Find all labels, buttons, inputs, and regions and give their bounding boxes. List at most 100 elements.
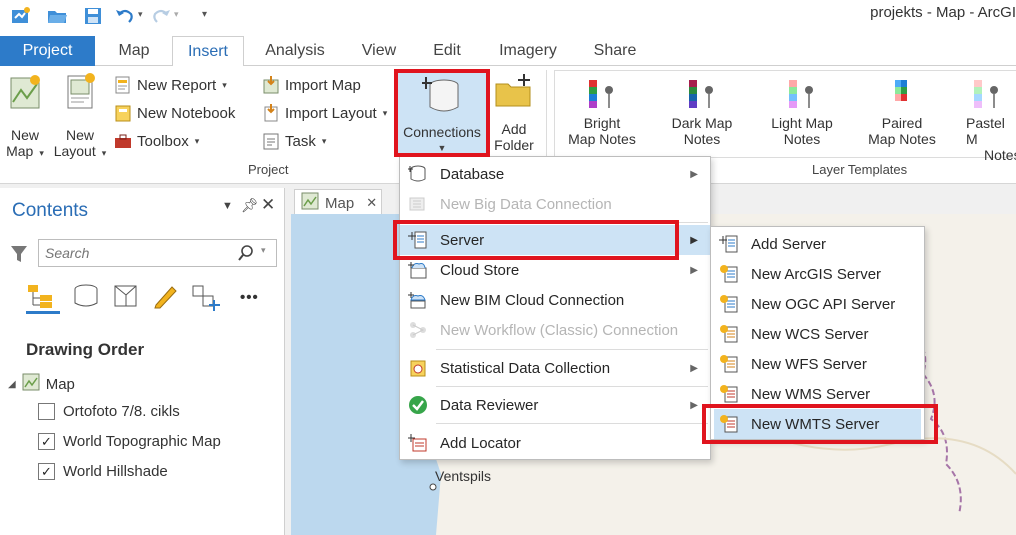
map-tree-node[interactable]: ◢ Map [8, 373, 75, 395]
arcgis-server-icon [719, 264, 739, 284]
search-dropdown-icon[interactable]: ▾ [261, 245, 266, 256]
search-input[interactable] [39, 240, 229, 266]
filter-icon[interactable] [10, 244, 28, 267]
template-bright-map-notes[interactable]: Bright Map Notes [560, 78, 644, 147]
undo-dropdown-icon[interactable]: ▾ [138, 9, 143, 20]
search-icon[interactable] [238, 245, 254, 264]
import-layout-icon [262, 104, 280, 122]
map-icon [301, 192, 319, 214]
server-icon [408, 230, 428, 250]
dark-palette-icon [689, 80, 713, 108]
tab-insert[interactable]: Insert [172, 36, 244, 67]
wcs-server-icon [719, 324, 739, 344]
new-notebook-button[interactable]: New Notebook [114, 102, 235, 124]
project-icon[interactable] [10, 6, 32, 26]
menu-item-label: New Big Data Connection [440, 195, 612, 213]
template-dark-map-notes[interactable]: Dark Map Notes [660, 78, 744, 147]
menu-separator [436, 423, 708, 424]
menu-item-add-locator[interactable]: Add Locator [400, 428, 710, 458]
connections-label: Connections [403, 124, 481, 140]
toolbox-label: Toolbox [137, 132, 189, 150]
selection-view-icon[interactable] [112, 283, 140, 312]
menu-item-new-wms-server[interactable]: New WMS Server [711, 379, 924, 409]
open-folder-icon[interactable] [46, 6, 68, 26]
tab-analysis[interactable]: Analysis [256, 36, 334, 66]
menu-item-label: New Workflow (Classic) Connection [440, 321, 679, 339]
new-map-label-1: New [10, 127, 39, 143]
redo-icon [150, 6, 172, 26]
template-pastel-map-notes[interactable]: Pastel M Notes [958, 78, 1016, 163]
template-label-1: Pastel M [966, 115, 1005, 147]
layer-item[interactable]: Ortofoto 7/8. cikls [38, 403, 180, 420]
layer-visibility-checkbox[interactable]: ✓ [38, 433, 55, 450]
layer-visibility-checkbox[interactable]: ✓ [38, 463, 55, 480]
menu-item-label: New WMS Server [751, 385, 871, 403]
add-server-icon [719, 234, 739, 254]
collapse-triangle-icon[interactable]: ◢ [8, 379, 16, 390]
tab-project[interactable]: Project [0, 36, 95, 66]
menu-item-cloud-store[interactable]: Cloud Store ▶ [400, 255, 710, 285]
tab-imagery[interactable]: Imagery [490, 36, 566, 66]
new-layout-icon [67, 73, 95, 109]
menu-separator [436, 386, 708, 387]
import-layout-button[interactable]: Import Layout ▾ [262, 102, 387, 124]
new-report-button[interactable]: New Report ▾ [114, 74, 227, 96]
template-label-1: Bright [583, 115, 621, 131]
connections-button[interactable]: Connections ▼ [398, 71, 486, 157]
menu-item-label: New OGC API Server [751, 295, 896, 313]
menu-item-new-ogc-api-server[interactable]: New OGC API Server [711, 289, 924, 319]
drawing-order-view-icon[interactable] [26, 283, 56, 312]
task-button[interactable]: Task ▾ [262, 130, 326, 152]
map-view-tab[interactable]: Map ✕ [294, 189, 382, 216]
chevron-down-icon: ▾ [39, 148, 44, 158]
menu-item-label: Add Server [751, 235, 827, 253]
new-notebook-label: New Notebook [137, 104, 236, 122]
tab-view[interactable]: View [352, 36, 406, 66]
template-light-map-notes[interactable]: Light Map Notes [760, 78, 844, 147]
tab-map[interactable]: Map [108, 36, 160, 66]
menu-item-new-wcs-server[interactable]: New WCS Server [711, 319, 924, 349]
new-map-button[interactable]: New Map ▾ [2, 72, 48, 161]
menu-item-server[interactable]: Server ▶ [400, 225, 710, 255]
menu-item-new-bim-cloud-connection[interactable]: New BIM Cloud Connection [400, 285, 710, 315]
data-source-view-icon[interactable] [72, 283, 100, 312]
add-folder-button[interactable]: Add Folder [490, 72, 538, 153]
menu-item-new-arcgis-server[interactable]: New ArcGIS Server [711, 259, 924, 289]
customize-toolbar-icon[interactable]: ▾ [202, 9, 207, 20]
map-tab-label: Map [325, 194, 355, 212]
more-options-icon[interactable]: ••• [240, 289, 259, 306]
toolbox-button[interactable]: Toolbox ▾ [114, 130, 199, 152]
close-icon[interactable]: ✕ [261, 195, 275, 215]
snapping-view-icon[interactable] [190, 283, 222, 314]
close-icon[interactable]: ✕ [366, 195, 377, 211]
new-layout-button[interactable]: New Layout ▾ [52, 72, 108, 161]
title-bar: ▾ ▾ ▾ projekts - Map - ArcGI [0, 0, 1016, 34]
new-map-label-2: Map [6, 143, 34, 159]
layer-item[interactable]: ✓ World Topographic Map [38, 433, 221, 450]
template-paired-map-notes[interactable]: Paired Map Notes [860, 78, 944, 147]
pin-icon[interactable]: 📌︎ [241, 197, 259, 214]
menu-item-add-server[interactable]: Add Server [711, 229, 924, 259]
menu-item-data-reviewer[interactable]: Data Reviewer ▶ [400, 390, 710, 420]
map-icon [22, 373, 40, 395]
tab-edit[interactable]: Edit [424, 36, 470, 66]
layer-item[interactable]: ✓ World Hillshade [38, 463, 168, 480]
pane-menu-icon[interactable]: ▼ [222, 200, 233, 212]
undo-icon[interactable] [114, 6, 136, 26]
editing-view-icon[interactable] [152, 283, 180, 312]
check-circle-icon [408, 395, 428, 415]
wmts-server-icon [719, 414, 739, 434]
save-icon[interactable] [82, 6, 104, 26]
menu-item-new-wfs-server[interactable]: New WFS Server [711, 349, 924, 379]
menu-item-statistical-data-collection[interactable]: Statistical Data Collection ▶ [400, 353, 710, 383]
database-icon [407, 164, 428, 184]
task-icon [262, 132, 280, 150]
import-map-button[interactable]: Import Map [262, 74, 361, 96]
pastel-palette-icon [974, 80, 998, 108]
search-box[interactable]: ▾ [38, 239, 277, 267]
template-label-2: Notes [783, 131, 821, 147]
menu-item-new-wmts-server[interactable]: New WMTS Server [714, 409, 921, 439]
layer-visibility-checkbox[interactable] [38, 403, 55, 420]
tab-share[interactable]: Share [584, 36, 646, 66]
menu-item-database[interactable]: Database ▶ [400, 159, 710, 189]
